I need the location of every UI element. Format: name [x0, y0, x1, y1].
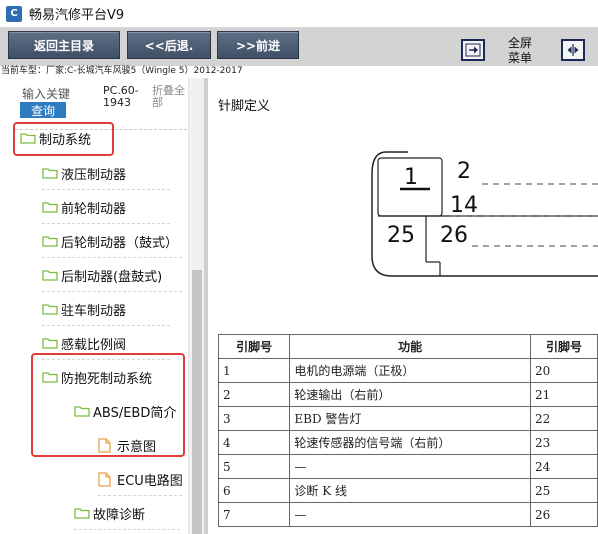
table-cell: 电机的电源端（正极） [289, 358, 531, 383]
table-cell: 轮速输出（右前） [289, 382, 531, 407]
folder-icon [42, 167, 58, 179]
connector-diagram: 1 2 14 25 26 [371, 151, 598, 277]
title-bar: C 畅易汽修平台V9 [0, 0, 598, 28]
content-pane: 针脚定义 1 2 14 25 26 引脚号 功能 引脚号 1 电机的电源端（正极… [208, 78, 598, 534]
pin-label: 2 [457, 159, 471, 184]
tree-scrollbar-thumb[interactable] [192, 270, 202, 534]
pin-label: 26 [440, 223, 468, 248]
table-cell: 5 [217, 454, 291, 479]
table-header-row: 引脚号 功能 引脚号 [217, 334, 598, 359]
tree-item-label: 感载比例阀 [61, 337, 127, 353]
tree-item-label: ECU电路图 [117, 473, 183, 489]
tree-item-label: 故障诊断 [93, 507, 146, 523]
table-cell: 7 [217, 502, 291, 527]
tree-item[interactable]: 驻车制动器 [42, 292, 170, 326]
folder-icon [42, 337, 58, 349]
highlight-box-brake-system [13, 122, 114, 156]
tree-item[interactable]: 前轮制动器 [42, 190, 170, 224]
current-car-model: 当前车型：厂家:C-长城汽车风骏5（Wingle 5）2012-2017 [1, 66, 243, 76]
collapse-panel-button[interactable] [461, 39, 485, 61]
table-cell: — [289, 454, 531, 479]
pin-label: 14 [450, 193, 478, 218]
tree-item-label: 驻车制动器 [61, 303, 127, 319]
table-cell: 2 [217, 382, 291, 407]
folder-icon [42, 269, 58, 281]
tree-item[interactable]: 液压制动器 [42, 156, 170, 190]
folder-icon [42, 201, 58, 213]
table-cell: 轮速传感器的信号端（右前） [289, 430, 531, 455]
folder-icon [42, 235, 58, 247]
pin-label: 1 [404, 165, 418, 190]
table-cell: 4 [217, 430, 291, 455]
fullscreen-menu-label[interactable]: 全屏 菜单 [498, 36, 542, 66]
forward-button[interactable]: >>前进 [217, 31, 299, 59]
table-cell: 20 [530, 358, 598, 383]
table-row: 5 — 24 [217, 454, 598, 479]
table-cell: 21 [530, 382, 598, 407]
window-title: 畅易汽修平台V9 [29, 8, 125, 23]
table-row: 7 — 26 [217, 502, 598, 527]
back-button[interactable]: <<后退. [127, 31, 211, 59]
table-row: 2 轮速输出（右前） 21 [217, 382, 598, 407]
table-cell: EBD 警告灯 [289, 406, 531, 431]
table-cell: 1 [217, 358, 291, 383]
tree-item[interactable]: ECU电路图 [98, 462, 183, 496]
table-cell: 25 [530, 478, 598, 503]
table-row: 1 电机的电源端（正极） 20 [217, 358, 598, 383]
table-header: 引脚号 [530, 334, 598, 359]
expand-split-button[interactable] [561, 39, 585, 61]
pin-table: 引脚号 功能 引脚号 1 电机的电源端（正极） 20 2 轮速输出（右前） 21… [217, 334, 598, 527]
table-cell: 22 [530, 406, 598, 431]
home-button[interactable]: 返回主目录 [8, 31, 120, 59]
pin-label: 25 [387, 223, 415, 248]
table-header: 功能 [289, 334, 531, 359]
tree-item-label: 后制动器(盘鼓式) [61, 269, 163, 285]
table-cell: 诊断 K 线 [289, 478, 531, 503]
table-cell: 26 [530, 502, 598, 527]
tree-item[interactable]: 后轮制动器（鼓式） [42, 224, 182, 258]
toolbar: 返回主目录 <<后退. >>前进 全屏 菜单 [0, 28, 598, 66]
table-row: 3 EBD 警告灯 22 [217, 406, 598, 431]
tree-item-label: 后轮制动器（鼓式） [61, 235, 179, 251]
table-cell: 3 [217, 406, 291, 431]
tree-item[interactable]: 后制动器(盘鼓式) [42, 258, 182, 292]
table-row: 4 轮速传感器的信号端（右前） 23 [217, 430, 598, 455]
app-logo-icon: C [6, 5, 22, 22]
folder-icon [42, 303, 58, 315]
table-cell: 6 [217, 478, 291, 503]
table-cell: — [289, 502, 531, 527]
table-row: 6 诊断 K 线 25 [217, 478, 598, 503]
left-nav-panel: 输入关键 查询 PC.60- 1943 折叠全 部 制动系统 液压制动器 前轮制… [0, 78, 204, 534]
document-icon [98, 471, 111, 487]
split-arrows-icon [567, 44, 579, 56]
arrow-right-in-box-icon [465, 43, 481, 57]
tree-item-label: 前轮制动器 [61, 201, 127, 217]
table-header: 引脚号 [217, 334, 291, 359]
fullscreen-label: 全屏 [507, 36, 532, 50]
table-cell: 24 [530, 454, 598, 479]
highlight-box-abs [31, 353, 185, 457]
tree-item-label: 液压制动器 [61, 167, 127, 183]
tree-item[interactable]: 故障诊断 [74, 496, 180, 530]
tree-scrollbar[interactable] [188, 78, 204, 534]
table-cell: 23 [530, 430, 598, 455]
folder-icon [74, 507, 90, 519]
